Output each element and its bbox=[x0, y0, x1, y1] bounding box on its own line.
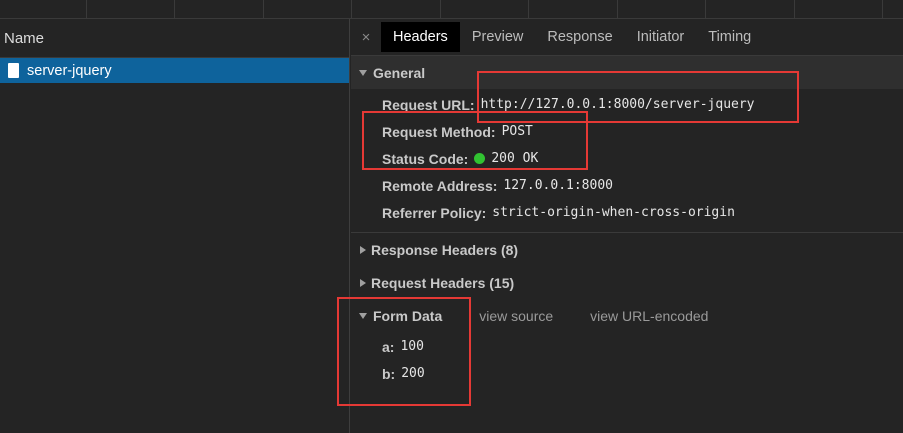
form-data-section-header[interactable]: Form Data view source view URL-encoded bbox=[351, 299, 903, 332]
name-column-label: Name bbox=[4, 29, 45, 47]
request-method-row: Request Method: POST bbox=[351, 118, 903, 145]
request-row-server-jquery[interactable]: server-jquery bbox=[0, 58, 349, 83]
form-field-key: a: bbox=[382, 338, 395, 355]
ruler-tick bbox=[440, 0, 441, 19]
request-list-pane: Name server-jquery bbox=[0, 19, 350, 433]
form-data-title: Form Data bbox=[373, 307, 443, 324]
request-url-key: Request URL: bbox=[382, 96, 475, 113]
ruler-tick bbox=[263, 0, 264, 19]
details-tabbar: × Headers Preview Response Initiator Tim… bbox=[351, 19, 903, 56]
general-section-header[interactable]: General bbox=[351, 56, 903, 89]
ruler-tick bbox=[86, 0, 87, 19]
ruler-tick bbox=[351, 0, 352, 19]
status-ok-dot-icon bbox=[474, 153, 486, 164]
ruler-tick bbox=[794, 0, 795, 19]
view-source-link[interactable]: view source bbox=[479, 308, 553, 324]
request-url-value: http://127.0.0.1:8000/server-jquery bbox=[480, 97, 755, 112]
referrer-policy-row: Referrer Policy: strict-origin-when-cros… bbox=[351, 199, 903, 226]
close-icon[interactable]: × bbox=[351, 29, 381, 46]
tab-timing[interactable]: Timing bbox=[696, 22, 763, 52]
view-url-encoded-link[interactable]: view URL-encoded bbox=[590, 308, 708, 324]
triangle-right-icon bbox=[360, 245, 366, 254]
ruler-tick bbox=[882, 0, 883, 19]
name-column-header[interactable]: Name bbox=[0, 19, 349, 58]
form-field-row: a: 100 bbox=[351, 333, 903, 360]
form-field-value: 100 bbox=[400, 339, 424, 354]
status-code-value: 200 OK bbox=[491, 151, 539, 166]
ruler-tick bbox=[617, 0, 618, 19]
remote-address-key: Remote Address: bbox=[382, 177, 498, 194]
triangle-down-icon bbox=[359, 69, 367, 76]
form-field-value: 200 bbox=[401, 366, 425, 381]
tab-preview[interactable]: Preview bbox=[460, 22, 536, 52]
triangle-right-icon bbox=[360, 278, 366, 287]
general-title: General bbox=[373, 64, 426, 81]
tab-response[interactable]: Response bbox=[535, 22, 624, 52]
request-method-key: Request Method: bbox=[382, 123, 496, 140]
referrer-policy-value: strict-origin-when-cross-origin bbox=[492, 205, 735, 220]
ruler-tick bbox=[528, 0, 529, 19]
referrer-policy-key: Referrer Policy: bbox=[382, 204, 487, 221]
triangle-down-icon bbox=[359, 312, 367, 319]
tab-headers[interactable]: Headers bbox=[381, 22, 460, 52]
document-icon bbox=[8, 63, 19, 78]
status-code-key: Status Code: bbox=[382, 150, 469, 167]
timeline-ruler bbox=[0, 0, 903, 19]
tab-initiator[interactable]: Initiator bbox=[625, 22, 697, 52]
request-name: server-jquery bbox=[27, 62, 112, 79]
form-field-key: b: bbox=[382, 365, 396, 382]
request-headers-section-header[interactable]: Request Headers (15) bbox=[351, 266, 903, 299]
request-details-pane: × Headers Preview Response Initiator Tim… bbox=[351, 19, 903, 433]
form-field-row: b: 200 bbox=[351, 360, 903, 387]
request-method-value: POST bbox=[501, 124, 533, 139]
response-headers-title: Response Headers (8) bbox=[371, 241, 519, 258]
request-url-row: Request URL: http://127.0.0.1:8000/serve… bbox=[351, 91, 903, 118]
remote-address-row: Remote Address: 127.0.0.1:8000 bbox=[351, 172, 903, 199]
remote-address-value: 127.0.0.1:8000 bbox=[503, 178, 613, 193]
ruler-tick bbox=[705, 0, 706, 19]
response-headers-section-header[interactable]: Response Headers (8) bbox=[351, 233, 903, 266]
status-code-row: Status Code: 200 OK bbox=[351, 145, 903, 172]
request-headers-title: Request Headers (15) bbox=[371, 274, 515, 291]
ruler-tick bbox=[174, 0, 175, 19]
